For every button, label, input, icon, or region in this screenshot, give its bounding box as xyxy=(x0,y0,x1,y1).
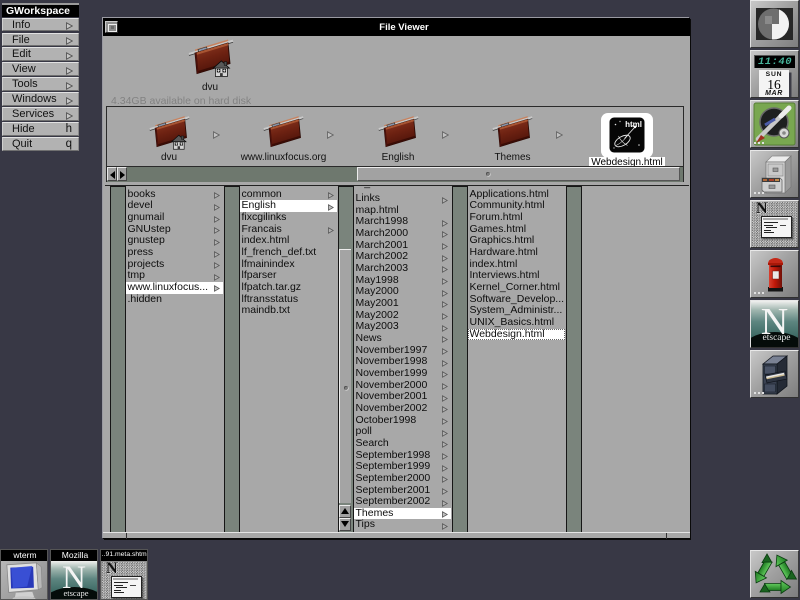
svg-text:html: html xyxy=(625,120,642,129)
